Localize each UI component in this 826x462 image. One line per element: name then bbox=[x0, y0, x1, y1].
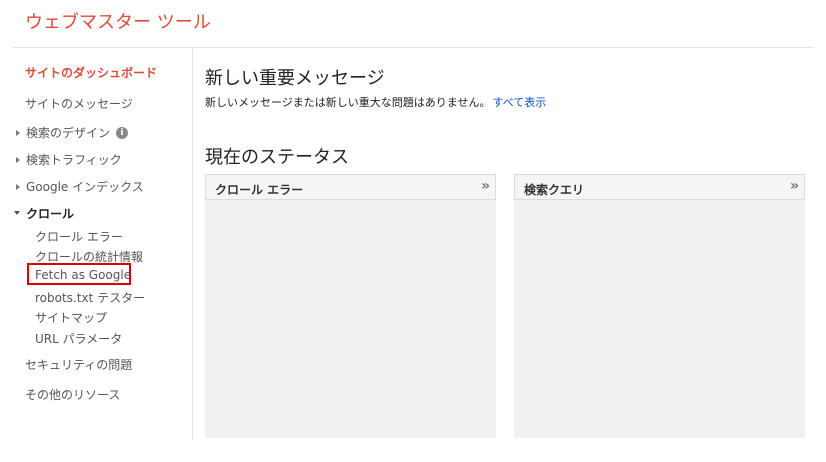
card-header[interactable]: 検索クエリ » bbox=[514, 174, 805, 200]
sidebar-divider bbox=[192, 48, 193, 440]
messages-body: 新しいメッセージまたは新しい重大な問題はありません。 bbox=[205, 96, 491, 109]
sidebar-item-search-appearance[interactable]: 検索のデザイン i bbox=[16, 124, 129, 141]
sidebar-item-other-resources[interactable]: その他のリソース bbox=[25, 386, 120, 403]
search-queries-card: 検索クエリ » bbox=[514, 174, 805, 438]
status-heading: 現在のステータス bbox=[205, 147, 349, 168]
card-header[interactable]: クロール エラー » bbox=[205, 174, 496, 200]
double-chevron-icon[interactable]: » bbox=[481, 178, 490, 194]
collapse-arrow-icon bbox=[14, 210, 20, 215]
sidebar-item-label: 検索トラフィック bbox=[26, 153, 122, 167]
sidebar-subitem-url-parameters[interactable]: URL パラメータ bbox=[35, 330, 122, 347]
sidebar-item-security[interactable]: セキュリティの問題 bbox=[25, 356, 132, 373]
messages-heading: 新しい重要メッセージ bbox=[205, 68, 385, 89]
expand-arrow-icon bbox=[16, 156, 20, 163]
expand-arrow-icon bbox=[16, 129, 20, 136]
sidebar-item-google-index[interactable]: Google インデックス bbox=[16, 178, 144, 195]
sidebar-subitem-crawl-errors[interactable]: クロール エラー bbox=[35, 228, 123, 245]
top-divider bbox=[12, 47, 814, 48]
double-chevron-icon[interactable]: » bbox=[790, 178, 799, 194]
expand-arrow-icon bbox=[16, 183, 20, 190]
info-icon[interactable]: i bbox=[116, 126, 129, 139]
crawl-errors-card: クロール エラー » bbox=[205, 174, 496, 438]
card-title: クロール エラー bbox=[215, 183, 304, 197]
sidebar-subitem-robots-tester[interactable]: robots.txt テスター bbox=[35, 289, 145, 306]
sidebar-item-label: クロール bbox=[26, 207, 75, 221]
sidebar-item-crawl[interactable]: クロール bbox=[14, 205, 74, 222]
card-title: 検索クエリ bbox=[524, 183, 585, 197]
highlight-box bbox=[27, 263, 131, 285]
show-all-link[interactable]: すべて表示 bbox=[492, 96, 546, 109]
messages-text: 新しいメッセージまたは新しい重大な問題はありません。 すべて表示 bbox=[205, 94, 546, 110]
sidebar-item-label: 検索のデザイン bbox=[26, 126, 111, 140]
app-title: ウェブマスター ツール bbox=[25, 12, 211, 33]
sidebar-item-label: Google インデックス bbox=[26, 180, 144, 194]
sidebar-item-messages[interactable]: サイトのメッセージ bbox=[25, 95, 133, 112]
sidebar-subitem-sitemaps[interactable]: サイトマップ bbox=[35, 309, 107, 326]
sidebar-item-dashboard[interactable]: サイトのダッシュボード bbox=[25, 64, 157, 81]
sidebar-item-search-traffic[interactable]: 検索トラフィック bbox=[16, 151, 122, 168]
